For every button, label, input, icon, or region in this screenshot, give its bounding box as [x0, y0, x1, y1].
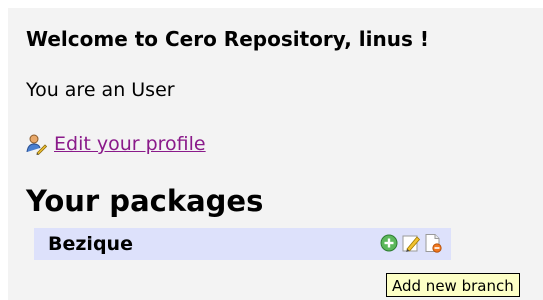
- edit-profile-link[interactable]: Edit your profile: [54, 133, 206, 155]
- package-row: Bezique: [34, 228, 451, 260]
- package-name: Bezique: [48, 233, 133, 255]
- delete-icon[interactable]: [423, 233, 443, 253]
- add-branch-icon[interactable]: [379, 233, 399, 253]
- packages-heading: Your packages: [26, 184, 264, 218]
- user-edit-icon: [25, 133, 48, 156]
- user-role-text: You are an User: [26, 79, 175, 101]
- edit-profile-row: Edit your profile: [25, 132, 206, 156]
- package-actions: [379, 233, 443, 253]
- tooltip: Add new branch: [386, 273, 520, 297]
- edit-icon[interactable]: [401, 233, 421, 253]
- welcome-heading: Welcome to Cero Repository, linus !: [26, 27, 429, 51]
